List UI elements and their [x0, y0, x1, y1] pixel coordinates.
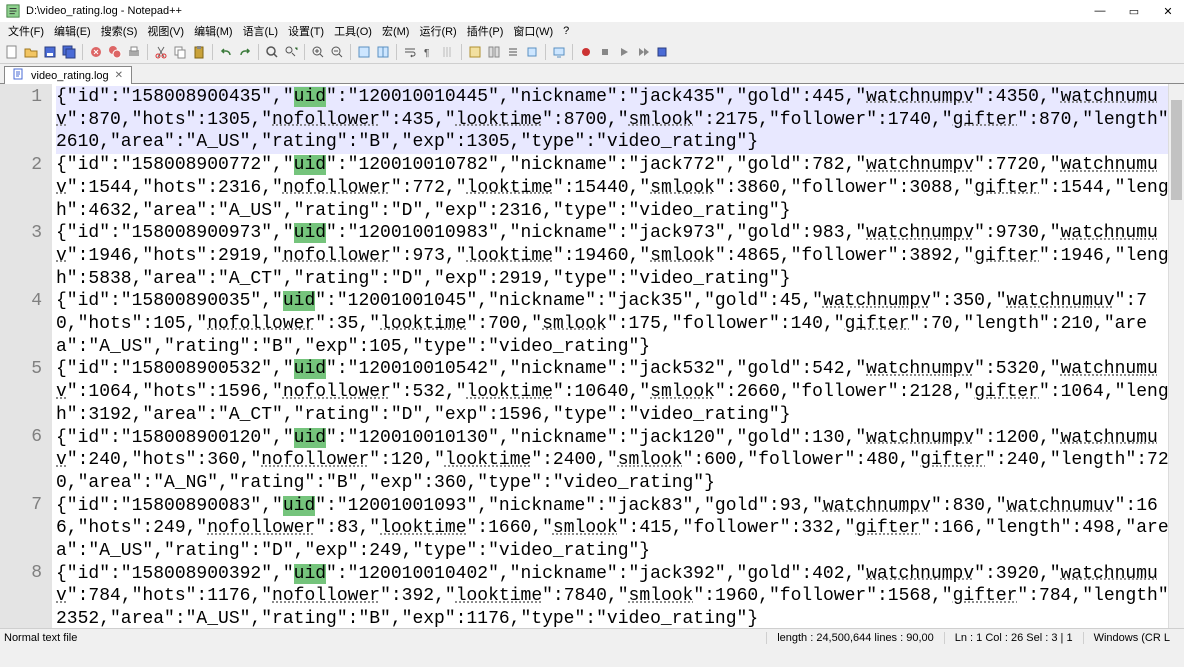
- undo-icon[interactable]: [218, 44, 234, 60]
- code-area[interactable]: {"id":"158008900435","uid":"120010010445…: [52, 84, 1184, 628]
- menu-item[interactable]: 工具(O): [330, 23, 376, 39]
- code-line[interactable]: {"id":"158008900120","uid":"120010010130…: [56, 427, 1184, 495]
- monitor-icon[interactable]: [551, 44, 567, 60]
- maximize-button[interactable]: ▭: [1128, 5, 1140, 17]
- vertical-scrollbar[interactable]: [1168, 84, 1184, 628]
- tab-file-icon: [13, 68, 25, 83]
- toolbar: ¶: [0, 40, 1184, 64]
- menu-item[interactable]: 视图(V): [143, 23, 188, 39]
- gutter: 123456789: [0, 84, 52, 628]
- find-icon[interactable]: [264, 44, 280, 60]
- code-line[interactable]: {"id":"15800890083","uid":"12001001093",…: [56, 495, 1184, 563]
- line-number: 6: [0, 426, 42, 494]
- status-file-type: Normal text file: [4, 632, 766, 644]
- code-line[interactable]: {"id":"158008900973","uid":"120010010983…: [56, 222, 1184, 290]
- menu-item[interactable]: 运行(R): [415, 23, 460, 39]
- close-all-icon[interactable]: [107, 44, 123, 60]
- play-multi-icon[interactable]: [635, 44, 651, 60]
- code-line[interactable]: {"id":"158008900392","uid":"120010010402…: [56, 563, 1184, 628]
- show-all-chars-icon[interactable]: ¶: [421, 44, 437, 60]
- line-number: 3: [0, 222, 42, 290]
- func-list-icon[interactable]: [505, 44, 521, 60]
- new-file-icon[interactable]: [4, 44, 20, 60]
- redo-icon[interactable]: [237, 44, 253, 60]
- zoom-out-icon[interactable]: [329, 44, 345, 60]
- save-icon[interactable]: [42, 44, 58, 60]
- open-file-icon[interactable]: [23, 44, 39, 60]
- print-icon[interactable]: [126, 44, 142, 60]
- statusbar: Normal text file length : 24,500,644 lin…: [0, 628, 1184, 647]
- svg-text:¶: ¶: [424, 48, 429, 59]
- menu-item[interactable]: 宏(M): [378, 23, 414, 39]
- line-number: 4: [0, 290, 42, 358]
- titlebar: D:\video_rating.log - Notepad++ — ▭ ✕: [0, 0, 1184, 22]
- line-number: 7: [0, 494, 42, 562]
- save-all-icon[interactable]: [61, 44, 77, 60]
- menu-item[interactable]: 搜索(S): [97, 23, 142, 39]
- doc-map-icon[interactable]: [486, 44, 502, 60]
- play-macro-icon[interactable]: [616, 44, 632, 60]
- menu-item[interactable]: ?: [559, 25, 573, 37]
- cut-icon[interactable]: [153, 44, 169, 60]
- menu-item[interactable]: 设置(T): [284, 23, 328, 39]
- editor[interactable]: 123456789 {"id":"158008900435","uid":"12…: [0, 84, 1184, 628]
- stop-macro-icon[interactable]: [597, 44, 613, 60]
- copy-icon[interactable]: [172, 44, 188, 60]
- minimize-button[interactable]: —: [1094, 5, 1106, 17]
- replace-icon[interactable]: [283, 44, 299, 60]
- sync-v-icon[interactable]: [356, 44, 372, 60]
- menu-item[interactable]: 编辑(E): [50, 23, 95, 39]
- close-file-icon[interactable]: [88, 44, 104, 60]
- paste-icon[interactable]: [191, 44, 207, 60]
- tabbar: video_rating.log ✕: [0, 64, 1184, 84]
- tab-close-icon[interactable]: ✕: [115, 70, 123, 81]
- code-line[interactable]: {"id":"158008900532","uid":"120010010542…: [56, 358, 1184, 426]
- app-icon: [6, 4, 20, 18]
- line-number: 8: [0, 562, 42, 628]
- line-number: 5: [0, 358, 42, 426]
- tab-active[interactable]: video_rating.log ✕: [4, 66, 132, 84]
- line-number: 2: [0, 154, 42, 222]
- status-length: length : 24,500,644 lines : 90,00: [766, 632, 944, 644]
- menubar: 文件(F)编辑(E)搜索(S)视图(V)编辑(M)语言(L)设置(T)工具(O)…: [0, 22, 1184, 40]
- menu-item[interactable]: 窗口(W): [509, 23, 557, 39]
- menu-item[interactable]: 插件(P): [463, 23, 508, 39]
- wordwrap-icon[interactable]: [402, 44, 418, 60]
- close-button[interactable]: ✕: [1162, 5, 1174, 17]
- lang-icon[interactable]: [467, 44, 483, 60]
- code-line[interactable]: {"id":"158008900435","uid":"120010010445…: [56, 86, 1184, 154]
- line-number: 1: [0, 86, 42, 154]
- sync-h-icon[interactable]: [375, 44, 391, 60]
- folder-tree-icon[interactable]: [524, 44, 540, 60]
- menu-item[interactable]: 编辑(M): [190, 23, 237, 39]
- status-position: Ln : 1 Col : 26 Sel : 3 | 1: [944, 632, 1083, 644]
- scrollbar-thumb[interactable]: [1171, 100, 1182, 200]
- tab-label: video_rating.log: [31, 70, 109, 82]
- indent-guide-icon[interactable]: [440, 44, 456, 60]
- menu-item[interactable]: 语言(L): [239, 23, 282, 39]
- window-title: D:\video_rating.log - Notepad++: [26, 5, 1094, 17]
- save-macro-icon[interactable]: [654, 44, 670, 60]
- record-macro-icon[interactable]: [578, 44, 594, 60]
- status-encoding: Windows (CR L: [1083, 632, 1180, 644]
- code-line[interactable]: {"id":"15800890035","uid":"12001001045",…: [56, 290, 1184, 358]
- zoom-in-icon[interactable]: [310, 44, 326, 60]
- menu-item[interactable]: 文件(F): [4, 23, 48, 39]
- code-line[interactable]: {"id":"158008900772","uid":"120010010782…: [56, 154, 1184, 222]
